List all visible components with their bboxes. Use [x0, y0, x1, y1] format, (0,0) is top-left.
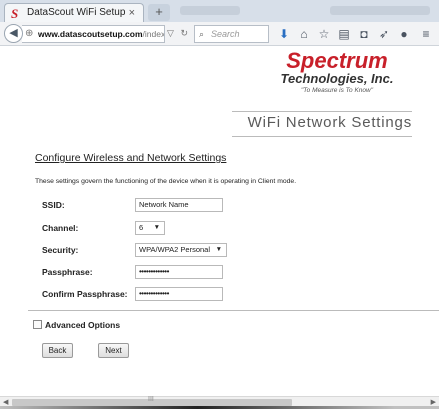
reload-icon[interactable]: ↻ — [180, 28, 188, 38]
ssid-input[interactable]: Network Name — [135, 198, 223, 212]
confirm-passphrase-input[interactable]: ••••••••••••• — [135, 287, 223, 301]
blurred-tab-area — [180, 6, 240, 15]
search-icon: ⌕ — [199, 29, 205, 39]
security-select[interactable]: WPA/WPA2 Personal ▼ — [135, 243, 227, 257]
security-value: WPA/WPA2 Personal — [139, 245, 210, 254]
pocket-icon[interactable]: ◘ — [355, 26, 373, 42]
scroll-right-icon[interactable]: ▶ — [431, 398, 436, 406]
star-icon[interactable]: ☆ — [315, 26, 333, 42]
logo-tagline: "To Measure is To Know" — [300, 87, 374, 94]
back-arrow-icon[interactable]: ◀ — [4, 24, 23, 43]
reading-list-icon[interactable]: ▤ — [335, 26, 353, 42]
passphrase-input[interactable]: ••••••••••••• — [135, 265, 223, 279]
home-icon[interactable]: ⌂ — [295, 26, 313, 42]
passphrase-label: Passphrase: — [42, 267, 93, 277]
logo-main-text: Spectrum — [286, 48, 388, 73]
chevron-down-icon: ▼ — [153, 224, 160, 231]
url-bar-icons: ▽ ↻ — [167, 25, 188, 43]
send-icon[interactable]: ➶ — [375, 26, 393, 42]
chat-icon[interactable]: ● — [395, 26, 413, 42]
advanced-options-checkbox[interactable] — [33, 320, 42, 329]
title-top-rule — [232, 111, 412, 112]
section-title: Configure Wireless and Network Settings — [35, 152, 227, 164]
blurred-window-controls — [330, 6, 430, 15]
globe-icon: ⊕ — [25, 28, 34, 39]
search-input[interactable]: ⌕ Search — [194, 25, 269, 43]
menu-icon[interactable]: ≡ — [417, 26, 435, 42]
scroll-left-icon[interactable]: ◀ — [3, 398, 8, 406]
advanced-options-label: Advanced Options — [45, 320, 121, 330]
chevron-down-icon: ▼ — [215, 246, 222, 253]
tab-title: DataScout WiFi Setup — [27, 7, 126, 18]
scrollbar-grip: III — [148, 396, 154, 403]
browser-titlebar: S DataScout WiFi Setup × + — [0, 0, 439, 23]
channel-label: Channel: — [42, 223, 79, 233]
new-tab-button[interactable]: + — [148, 4, 170, 21]
advanced-options-row[interactable]: Advanced Options — [33, 320, 120, 330]
search-placeholder: Search — [211, 29, 240, 39]
section-description: These settings govern the functioning of… — [35, 178, 297, 185]
browser-tab[interactable]: S DataScout WiFi Setup × — [4, 3, 144, 23]
url-bar[interactable]: ⊕ www.datascoutsetup.com/index.html — [22, 25, 165, 43]
title-bottom-rule — [232, 136, 412, 137]
url-domain: www.datascoutsetup.com — [38, 29, 143, 39]
logo-sub-text: Technologies, Inc. — [280, 71, 394, 86]
site-favicon-icon: S — [11, 6, 19, 21]
company-logo: Spectrum Technologies, Inc. "To Measure … — [262, 50, 412, 96]
channel-value: 6 — [139, 223, 144, 232]
security-label: Security: — [42, 245, 79, 255]
browser-navbar: ⊕ www.datascoutsetup.com/index.html ◀ ▽ … — [0, 22, 439, 46]
channel-select[interactable]: 6 ▼ — [135, 221, 165, 235]
dropdown-arrow-icon[interactable]: ▽ — [167, 28, 174, 38]
page-title: WiFi Network Settings — [247, 114, 412, 131]
back-button[interactable]: Back — [42, 343, 73, 358]
next-button[interactable]: Next — [98, 343, 129, 358]
url-path: /index.html — [142, 29, 165, 39]
tab-close-icon[interactable]: × — [129, 4, 135, 22]
form-divider — [28, 310, 439, 311]
ssid-label: SSID: — [42, 200, 65, 210]
download-icon[interactable]: ⬇ — [275, 26, 293, 42]
confirm-passphrase-label: Confirm Passphrase: — [42, 289, 128, 299]
